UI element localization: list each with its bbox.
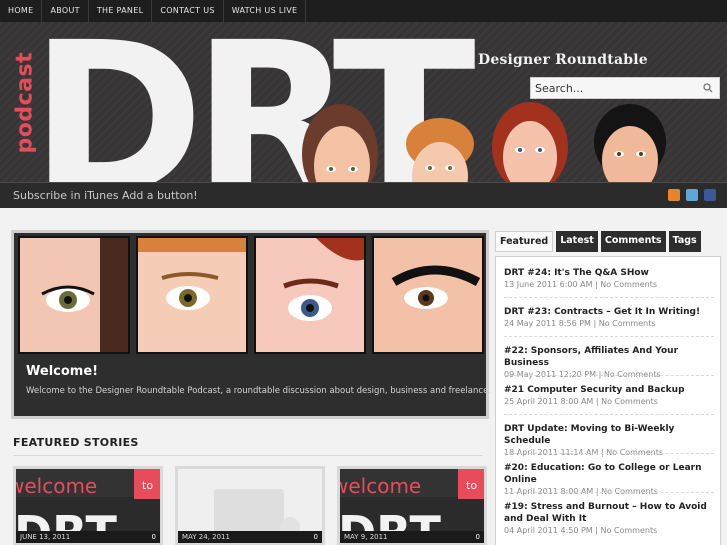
site-header: podcast DRT Designer Roundtable Search..…	[0, 22, 727, 182]
post-meta: 04 April 2011 4:50 PM | No Comments	[504, 526, 658, 535]
post-meta: 25 April 2011 8:00 AM | No Comments	[504, 397, 658, 406]
story-1-banner: welcome	[16, 474, 97, 498]
divider	[504, 414, 714, 415]
divider	[504, 375, 714, 376]
post-title[interactable]: #19: Stress and Burnout – How to Avoid a…	[504, 501, 714, 525]
subscribe-bar: Subscribe in iTunes Add a button!	[0, 182, 727, 208]
featured-panel-4	[372, 236, 484, 354]
nav-watch-us-live[interactable]: WATCH US LIVE	[224, 0, 307, 22]
divider	[504, 336, 714, 337]
post-title[interactable]: DRT Update: Moving to Bi-Weekly Schedule	[504, 423, 714, 447]
post-title[interactable]: DRT #24: It's The Q&A SHow	[504, 267, 714, 279]
post-title[interactable]: #22: Sponsors, Affiliates And Your Busin…	[504, 345, 714, 369]
story-date: MAY 9, 2011	[340, 531, 484, 543]
post-title[interactable]: DRT #23: Contracts – Get It In Writing!	[504, 306, 714, 318]
tab-comments[interactable]: Comments	[600, 231, 666, 252]
add-button-link[interactable]: Add a button!	[122, 189, 198, 202]
tab-tags[interactable]: Tags	[668, 231, 701, 252]
panelist-face-4	[594, 104, 666, 182]
twitter-icon[interactable]	[686, 189, 698, 201]
sidebar-tabs: Featured Latest Comments Tags	[495, 231, 701, 252]
story-3-banner: welcome	[340, 474, 421, 498]
search-icon[interactable]	[701, 81, 715, 95]
story-card-2[interactable]: MAY 24, 2011 0	[175, 466, 325, 545]
nav-the-panel[interactable]: THE PANEL	[89, 0, 153, 22]
panelist-face-2	[406, 118, 474, 182]
post-title[interactable]: #20: Education: Go to College or Learn O…	[504, 462, 714, 486]
post-title[interactable]: #21 Computer Security and Backup	[504, 384, 714, 396]
featured-description: Welcome to the Designer Roundtable Podca…	[26, 386, 491, 396]
panelist-face-3	[492, 102, 568, 182]
featured-stories-heading: FEATURED STORIES	[13, 436, 139, 449]
list-item[interactable]: DRT #23: Contracts – Get It In Writing! …	[504, 306, 714, 329]
comment-count: 0	[313, 533, 318, 541]
featured-panel-3	[254, 236, 366, 354]
nav-contact-us[interactable]: CONTACT US	[152, 0, 224, 22]
comment-count: 0	[475, 533, 480, 541]
search-input[interactable]	[531, 81, 701, 95]
story-card-3[interactable]: welcome to DRT MAY 9, 2011 0	[337, 466, 487, 545]
logo-text: DRT	[38, 22, 476, 182]
comment-count: 0	[151, 533, 156, 541]
story-3-tag: to	[466, 479, 477, 492]
story-card-1[interactable]: welcome to DRT JUNE 13, 2011 0	[13, 466, 163, 545]
story-1-tag: to	[142, 479, 153, 492]
post-meta: 24 May 2011 8:56 PM | No Comments	[504, 319, 656, 328]
podcast-label: podcast	[12, 51, 38, 154]
facebook-icon[interactable]	[704, 189, 716, 201]
search-box	[530, 77, 720, 99]
story-date: MAY 24, 2011	[178, 531, 322, 543]
divider	[504, 453, 714, 454]
list-item[interactable]: #19: Stress and Burnout – How to Avoid a…	[504, 501, 714, 536]
featured-panel-1	[18, 236, 130, 354]
subscribe-itunes-link[interactable]: Subscribe in iTunes	[13, 189, 119, 202]
panelist-faces-right	[492, 102, 666, 182]
post-list: DRT #24: It's The Q&A SHow 13 June 2011 …	[495, 256, 721, 545]
nav-home[interactable]: HOME	[0, 0, 43, 22]
top-nav: HOME ABOUT THE PANEL CONTACT US WATCH US…	[0, 0, 727, 22]
story-date: JUNE 13, 2011	[16, 531, 160, 543]
drt-logo[interactable]: DRT	[38, 22, 478, 182]
post-meta: 13 June 2011 6:00 AM | No Comments	[504, 280, 658, 289]
rss-icon[interactable]	[668, 189, 680, 201]
featured-title[interactable]: Welcome!	[26, 364, 98, 379]
nav-about[interactable]: ABOUT	[42, 0, 89, 22]
site-title[interactable]: Designer Roundtable	[478, 52, 648, 68]
divider	[504, 492, 714, 493]
featured-slider[interactable]: Welcome! Welcome to the Designer Roundta…	[11, 230, 491, 419]
featured-panel-2	[136, 236, 248, 354]
list-item[interactable]: #21 Computer Security and Backup 25 Apri…	[504, 384, 714, 407]
tab-featured[interactable]: Featured	[495, 231, 554, 252]
divider	[504, 297, 714, 298]
tab-latest[interactable]: Latest	[556, 231, 598, 252]
list-item[interactable]: DRT #24: It's The Q&A SHow 13 June 2011 …	[504, 267, 714, 290]
divider	[13, 455, 483, 456]
main-content: Welcome! Welcome to the Designer Roundta…	[0, 208, 727, 545]
